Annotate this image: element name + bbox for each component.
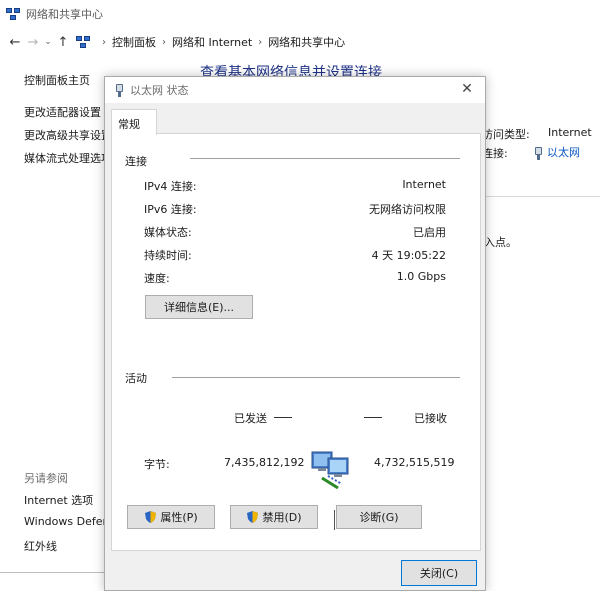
- infrared-link[interactable]: 红外线: [24, 538, 57, 554]
- access-type-value: Internet: [548, 126, 592, 139]
- window-title: 网络和共享中心: [26, 8, 103, 21]
- group-separator: [172, 377, 460, 378]
- ipv4-label: IPv4 连接:: [144, 180, 197, 193]
- divider: [0, 572, 104, 573]
- dialog-title: 以太网 状态: [130, 84, 189, 97]
- change-advanced-sharing-link[interactable]: 更改高级共享设置: [24, 127, 112, 143]
- change-adapter-settings-link[interactable]: 更改适配器设置: [24, 104, 101, 120]
- activity-group-label: 活动: [125, 370, 147, 386]
- breadcrumb-network-sharing-center[interactable]: 网络和共享中心: [264, 34, 349, 50]
- breadcrumb: › 控制面板 › 网络和 Internet › 网络和共享中心: [100, 34, 349, 50]
- chevron-right-icon[interactable]: ›: [256, 37, 264, 48]
- bytes-sent-value: 7,435,812,192: [224, 456, 305, 469]
- activity-divider: [334, 510, 335, 530]
- internet-options-link[interactable]: Internet 选项: [24, 492, 93, 508]
- duration-label: 持续时间:: [144, 249, 192, 262]
- back-button[interactable]: ←: [6, 32, 24, 52]
- details-button[interactable]: 详细信息(E)...: [145, 295, 253, 319]
- tab-general[interactable]: 常规: [111, 109, 157, 135]
- received-dash: [364, 417, 382, 418]
- divider: [480, 196, 600, 197]
- disable-button-label: 禁用(D): [262, 511, 302, 524]
- close-icon[interactable]: ✕: [459, 80, 475, 98]
- duration-value: 4 天 19:05:22: [371, 249, 446, 262]
- ethernet-icon: [115, 83, 124, 97]
- left-pane: 控制面板主页 更改适配器设置 更改高级共享设置 媒体流式处理选项 另请参阅 In…: [0, 60, 112, 560]
- media-streaming-options-link[interactable]: 媒体流式处理选项: [24, 150, 112, 166]
- window-titlebar: 网络和共享中心: [0, 0, 600, 28]
- chevron-right-icon[interactable]: ›: [100, 37, 108, 48]
- properties-button[interactable]: 属性(P): [127, 505, 215, 529]
- breadcrumb-control-panel[interactable]: 控制面板: [108, 34, 160, 50]
- uac-shield-icon: [144, 510, 157, 524]
- ipv4-value: Internet: [402, 178, 446, 191]
- speed-value: 1.0 Gbps: [396, 270, 446, 283]
- media-state-value: 已启用: [413, 226, 446, 239]
- received-label: 已接收: [414, 412, 447, 425]
- breadcrumb-network-internet[interactable]: 网络和 Internet: [168, 34, 256, 50]
- ipv6-value: 无网络访问权限: [369, 203, 446, 216]
- uac-shield-icon: [246, 510, 259, 524]
- properties-button-label: 属性(P): [160, 511, 198, 524]
- group-separator: [190, 158, 460, 159]
- up-button[interactable]: ↑: [54, 32, 72, 52]
- sent-dash: [274, 417, 292, 418]
- diagnose-button[interactable]: 诊断(G): [336, 505, 422, 529]
- network-activity-icon: [308, 448, 356, 494]
- speed-label: 速度:: [144, 272, 170, 285]
- close-button[interactable]: 关闭(C): [401, 560, 477, 586]
- forward-button[interactable]: →: [24, 32, 42, 52]
- chevron-right-icon[interactable]: ›: [160, 37, 168, 48]
- network-center-icon: [6, 8, 20, 20]
- connection-group-label: 连接: [125, 153, 147, 169]
- location-icon: [76, 36, 90, 48]
- ethernet-icon: [534, 146, 543, 160]
- ethernet-connection-label: 以太网: [547, 146, 580, 159]
- see-also-heading: 另请参阅: [24, 472, 68, 485]
- general-tab-panel: 连接 IPv4 连接: Internet IPv6 连接: 无网络访问权限 媒体…: [111, 133, 481, 551]
- truncated-text: 入点。: [484, 236, 517, 249]
- recent-locations-button[interactable]: ⌄: [42, 32, 54, 52]
- access-type-label: 访问类型:: [482, 128, 530, 141]
- ipv6-label: IPv6 连接:: [144, 203, 197, 216]
- dialog-titlebar: 以太网 状态 ✕: [105, 77, 485, 103]
- bytes-received-value: 4,732,515,519: [374, 456, 455, 469]
- control-panel-home-link[interactable]: 控制面板主页: [24, 72, 90, 88]
- ethernet-connection-link[interactable]: 以太网: [534, 144, 580, 160]
- sent-label: 已发送: [234, 412, 267, 425]
- disable-button[interactable]: 禁用(D): [230, 505, 318, 529]
- media-state-label: 媒体状态:: [144, 226, 192, 239]
- windows-defender-link[interactable]: Windows Defen: [24, 515, 109, 528]
- address-bar: ← → ⌄ ↑ › 控制面板 › 网络和 Internet › 网络和共享中心: [0, 30, 600, 54]
- ethernet-status-dialog: 以太网 状态 ✕ 常规 连接 IPv4 连接: Internet IPv6 连接…: [104, 76, 486, 591]
- bytes-label: 字节:: [144, 458, 170, 471]
